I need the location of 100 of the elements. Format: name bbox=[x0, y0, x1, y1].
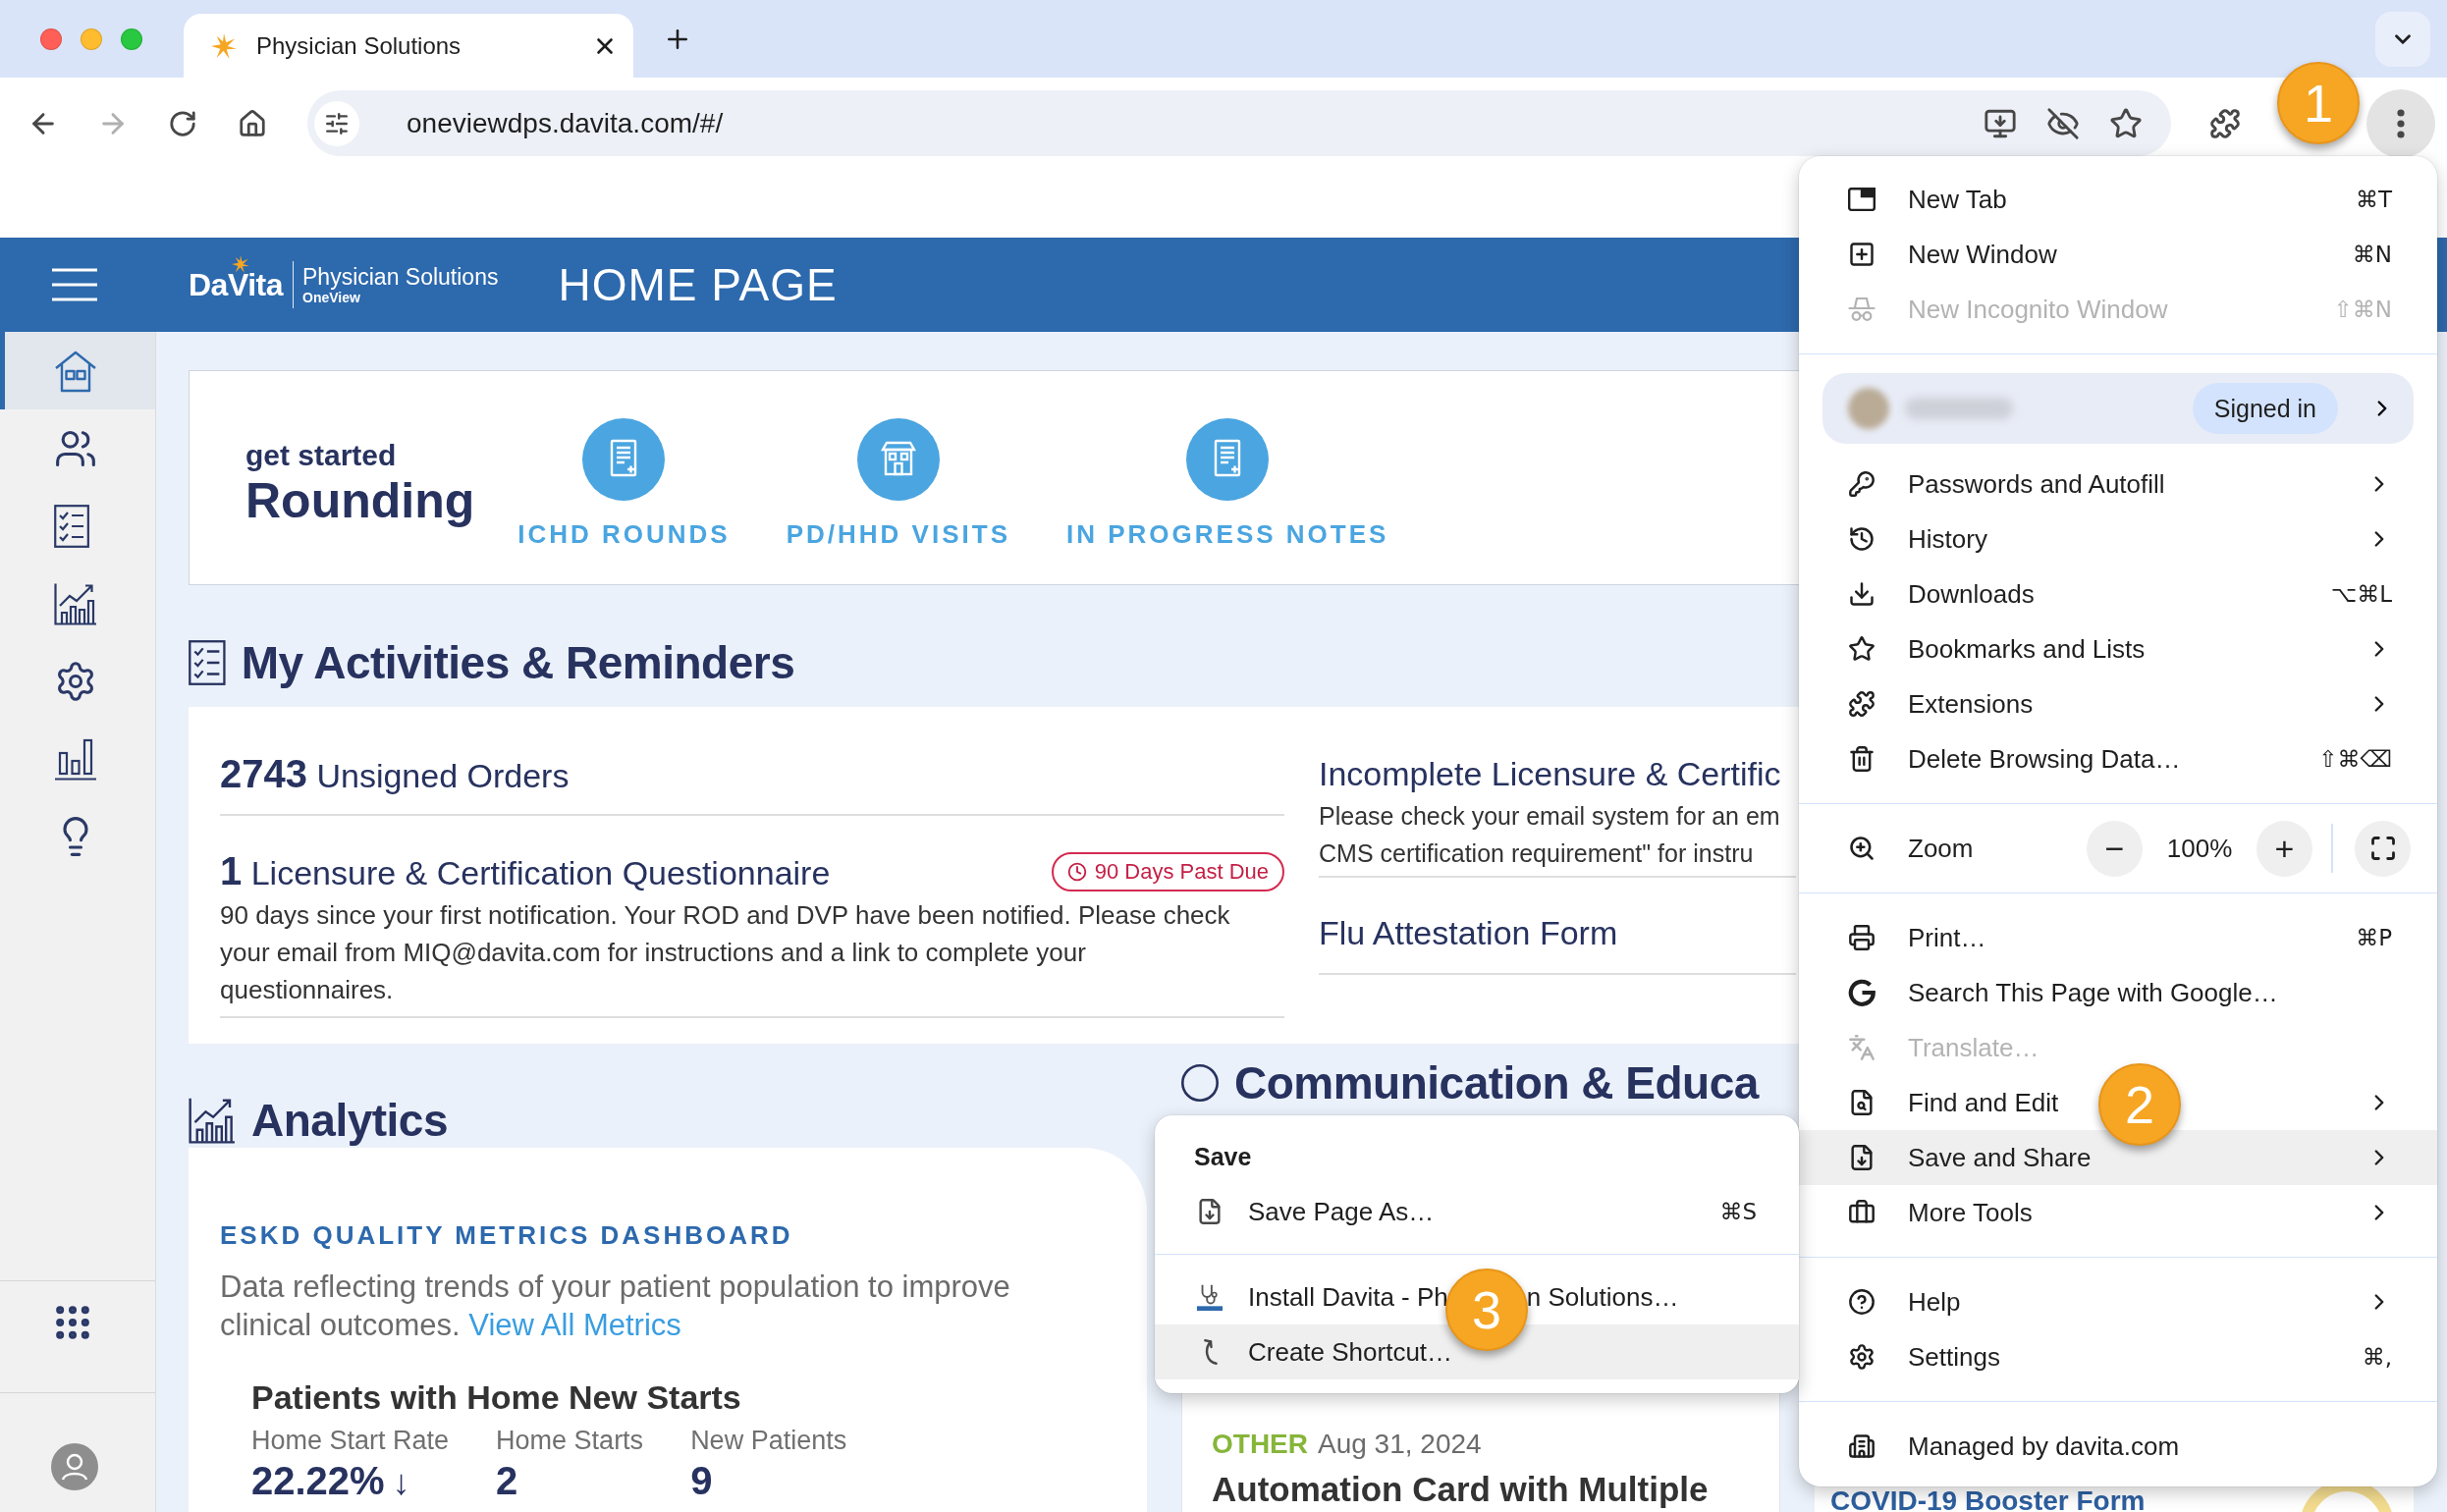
history-icon bbox=[1848, 525, 1876, 553]
zoom-out-button[interactable]: − bbox=[2087, 820, 2143, 877]
puzzle-icon[interactable] bbox=[2209, 107, 2241, 139]
item-description: Please check your email system for an em CMS certification requirement" for instru bbox=[1319, 801, 1781, 869]
file-download-icon bbox=[1848, 1144, 1876, 1171]
trash-icon bbox=[1848, 745, 1876, 773]
checklist-icon bbox=[189, 640, 226, 685]
fullscreen-icon bbox=[2368, 835, 2397, 862]
sparkle-icon bbox=[211, 32, 237, 59]
item-title[interactable]: Incomplete Licensure & Certific bbox=[1319, 752, 1781, 795]
menu-item[interactable]: Passwords and Autofill bbox=[1848, 457, 2165, 512]
bar-chart-icon bbox=[54, 736, 97, 781]
past-due-label: 90 Days Past Due bbox=[1094, 859, 1269, 885]
incognito-icon bbox=[1848, 296, 1876, 323]
puzzle-icon bbox=[1848, 690, 1876, 718]
dashboard-title: ESKD QUALITY METRICS DASHBOARD bbox=[220, 1219, 793, 1252]
metrics-subtitle: Patients with Home New Starts bbox=[251, 1377, 741, 1418]
tab-icon bbox=[1848, 187, 1876, 212]
menu-icon[interactable] bbox=[52, 268, 97, 301]
product-name: Physician Solutions bbox=[302, 264, 499, 290]
file-search-icon bbox=[1848, 1089, 1876, 1116]
metric-label: Home Start Rate bbox=[251, 1425, 450, 1456]
menu-item[interactable]: New Window bbox=[1848, 227, 2057, 282]
metric-value: 22.22% bbox=[251, 1458, 385, 1503]
growth-chart-icon bbox=[189, 1097, 236, 1144]
zoom-in-button[interactable]: + bbox=[2257, 820, 2312, 877]
menu-item[interactable]: Extensions bbox=[1848, 676, 2034, 731]
section-title: My Activities & Reminders bbox=[241, 636, 795, 690]
building-icon bbox=[1848, 1432, 1876, 1460]
dashboard-description: Data reflecting trends of your patient population to improve clinical outcomes. View All Metrics bbox=[220, 1269, 1011, 1344]
home-icon[interactable] bbox=[238, 108, 267, 138]
translate-icon bbox=[1848, 1034, 1876, 1061]
document-plus-icon bbox=[582, 418, 666, 501]
menu-item[interactable]: History bbox=[1848, 512, 1987, 567]
submenu-title: Save bbox=[1193, 1141, 1253, 1172]
growth-chart-icon bbox=[54, 581, 97, 625]
keyboard-shortcut: ⌘S bbox=[1719, 1199, 1757, 1224]
eye-off-icon[interactable] bbox=[2046, 106, 2080, 140]
menu-item[interactable]: Help bbox=[1848, 1274, 1961, 1329]
keyboard-shortcut: ⇧⌘N bbox=[2333, 297, 2392, 322]
item-title[interactable]: Flu Attestation Form bbox=[1319, 911, 1618, 954]
profile-menu-item[interactable]: Signed in bbox=[1822, 373, 2414, 444]
avatar-placeholder bbox=[1848, 388, 1889, 429]
key-icon bbox=[1848, 470, 1876, 498]
briefcase-icon bbox=[1848, 1199, 1876, 1226]
avatar-icon[interactable] bbox=[51, 1443, 98, 1490]
menu-item-text[interactable]: n Solutions… bbox=[1526, 1281, 1679, 1313]
keyboard-shortcut: ⇧⌘⌫ bbox=[2318, 746, 2392, 772]
curved-arrow-icon bbox=[1201, 1338, 1219, 1366]
item-description: 90 days since your first notification. Your ROD and DVP have been notified. Please check your email from MIQ@davita.com for instructions and a link to complete your questionnaires. bbox=[220, 899, 1231, 1006]
card-title[interactable]: Automation Card with Multiple bbox=[1212, 1469, 1709, 1510]
menu-item[interactable]: Delete Browsing Data… bbox=[1848, 731, 2181, 786]
card-title[interactable]: COVID-19 Booster Form bbox=[1830, 1488, 2146, 1512]
sliders-icon bbox=[324, 110, 350, 136]
item-title[interactable]: 1 Licensure & Certification Questionnaire bbox=[220, 849, 831, 894]
stethoscope-icon bbox=[1196, 1283, 1224, 1311]
section-title: Analytics bbox=[251, 1094, 449, 1148]
page-title: HOME PAGE bbox=[558, 258, 838, 311]
item-title[interactable]: 2743 Unsigned Orders bbox=[220, 752, 570, 797]
checklist-icon bbox=[54, 504, 90, 548]
menu-item[interactable]: Print… bbox=[1848, 910, 1986, 965]
site-info-button[interactable] bbox=[314, 100, 359, 146]
menu-item[interactable]: Save Page As… bbox=[1196, 1184, 1435, 1239]
menu-item[interactable]: Search This Page with Google… bbox=[1848, 965, 2278, 1020]
g-logo-icon bbox=[1848, 979, 1876, 1006]
clock-icon bbox=[1066, 862, 1087, 882]
nav-item[interactable] bbox=[0, 332, 155, 409]
browser-tab[interactable]: Physician Solutions bbox=[184, 14, 633, 78]
window-plus-icon bbox=[1848, 241, 1876, 268]
keyboard-shortcut: ⌘T bbox=[2355, 187, 2392, 212]
reload-icon[interactable] bbox=[168, 108, 197, 138]
menu-item[interactable]: Downloads bbox=[1848, 567, 2035, 621]
date-text: Aug 31, 2024 bbox=[1318, 1428, 1482, 1461]
building-icon bbox=[856, 418, 940, 501]
zoom-level: 100% bbox=[2165, 833, 2234, 864]
download-icon bbox=[1848, 580, 1876, 608]
menu-item[interactable]: New Tab bbox=[1848, 172, 2007, 227]
menu-item[interactable]: More Tools bbox=[1848, 1185, 2033, 1240]
more-vertical-icon bbox=[2397, 109, 2405, 138]
menu-item[interactable]: Settings bbox=[1848, 1329, 2000, 1384]
help-icon bbox=[1848, 1288, 1876, 1316]
url-text[interactable]: oneviewdps.davita.com/#/ bbox=[407, 107, 724, 139]
metric-value: 9 bbox=[690, 1458, 713, 1503]
keyboard-shortcut: ⌘N bbox=[2352, 242, 2392, 267]
address-bar[interactable]: oneviewdps.davita.com/#/ bbox=[307, 90, 2171, 156]
menu-item[interactable]: Find and Edit bbox=[1848, 1075, 2059, 1130]
menu-item[interactable]: Managed by davita.com bbox=[1848, 1419, 2180, 1474]
star-icon[interactable] bbox=[2109, 106, 2143, 140]
zoom-label: Zoom bbox=[1908, 833, 1974, 864]
ring-icon bbox=[1181, 1064, 1219, 1102]
printer-icon bbox=[1848, 924, 1876, 951]
brand-name: DaVita bbox=[189, 266, 283, 303]
metric-label: Home Starts bbox=[496, 1425, 644, 1456]
menu-item[interactable]: Install Davita - Ph bbox=[1196, 1269, 1448, 1324]
sparkle-icon bbox=[232, 254, 249, 273]
menu-item[interactable]: Bookmarks and Lists bbox=[1848, 621, 2146, 676]
house-icon bbox=[54, 349, 97, 393]
window-close-button[interactable] bbox=[40, 27, 62, 50]
trend-arrow: ↓ bbox=[392, 1461, 410, 1504]
menu-item[interactable]: Save and Share bbox=[1799, 1130, 2437, 1185]
